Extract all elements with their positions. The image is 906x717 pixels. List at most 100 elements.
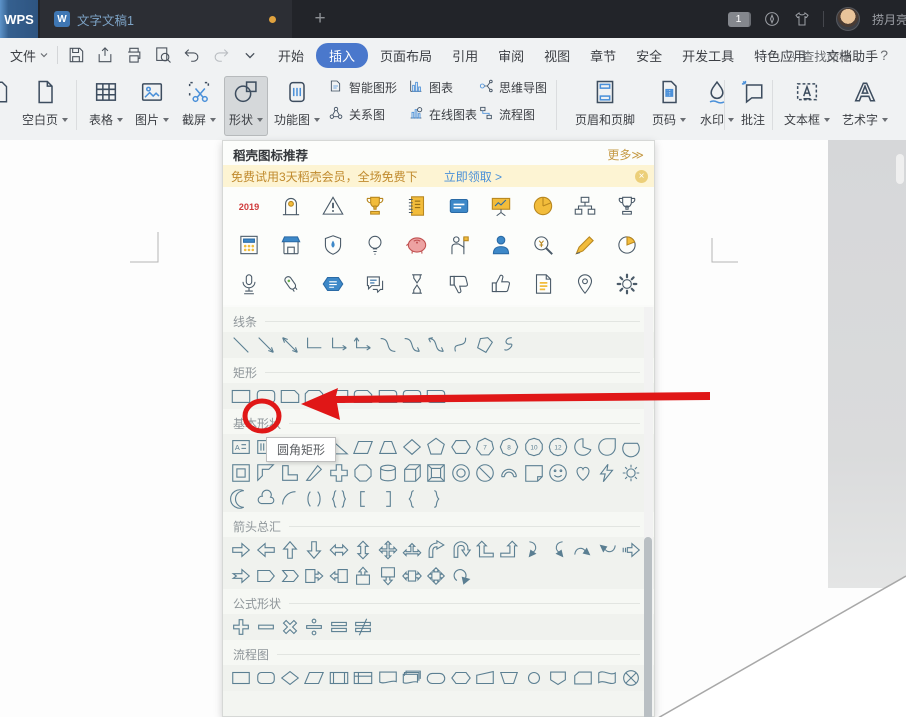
shape-octagon-8[interactable]: 8 [497, 435, 521, 459]
comment-button[interactable]: 批注 [732, 76, 774, 136]
chart-button[interactable]: 图表 [408, 78, 477, 97]
shape-data[interactable] [302, 666, 326, 690]
docer-icon-chat-bubbles[interactable] [362, 271, 388, 297]
table-button[interactable]: 表格 [84, 76, 128, 136]
page-number-button[interactable]: 页码 [646, 76, 692, 136]
docer-icon-pencil[interactable] [572, 232, 598, 258]
ribbon-tab-安全[interactable]: 安全 [628, 43, 670, 68]
wps-home-tab[interactable]: WPS [0, 0, 38, 38]
docer-icon-hexagon-list[interactable] [320, 271, 346, 297]
shape-round-same-corner[interactable] [400, 384, 424, 408]
shape-manual-operation[interactable] [497, 666, 521, 690]
mindmap-button[interactable]: 思维导图 [478, 78, 547, 97]
shape-lightning[interactable] [595, 461, 619, 485]
shape-diamond[interactable] [400, 435, 424, 459]
redo-icon[interactable] [211, 45, 231, 65]
shape-minus[interactable] [253, 615, 277, 639]
shape-bent-up-arrow[interactable] [497, 538, 521, 562]
shape-left-right-arrow[interactable] [327, 538, 351, 562]
relation-diagram-button[interactable]: 关系图 [328, 105, 397, 124]
shape-parallelogram[interactable] [351, 435, 375, 459]
docer-icon-browser-window[interactable] [446, 193, 472, 219]
shape-octagon-star[interactable] [351, 461, 375, 485]
docer-icon-notebook[interactable] [404, 193, 430, 219]
file-menu-button[interactable]: 文件 [10, 46, 49, 65]
claim-now-link[interactable]: 立即领取 > [444, 168, 502, 185]
shape-curve-s[interactable] [449, 333, 473, 357]
shape-cloud[interactable] [253, 487, 277, 511]
screenshot-button[interactable]: 截屏 [176, 76, 222, 136]
docer-vip-icon[interactable] [763, 10, 781, 28]
shape-right-brace[interactable] [424, 487, 448, 511]
shape-round-diag-corner[interactable] [424, 384, 448, 408]
shape-divide[interactable] [302, 615, 326, 639]
shape-plus[interactable] [229, 615, 253, 639]
docer-icon-microphone[interactable] [236, 271, 262, 297]
shape-left-bracket[interactable] [351, 487, 375, 511]
online-chart-button[interactable]: 在线图表 [408, 105, 477, 124]
shape-elbow[interactable] [302, 333, 326, 357]
docer-icon-medal[interactable] [278, 193, 304, 219]
docer-icon-trophy-outline[interactable] [614, 193, 640, 219]
shape-can[interactable] [375, 461, 399, 485]
shape-line[interactable] [229, 333, 253, 357]
shape-right-arrow-callout[interactable] [302, 564, 326, 588]
shape-text-box[interactable]: A [229, 435, 253, 459]
docer-icon-document-lines[interactable] [530, 271, 556, 297]
ribbon-tab-审阅[interactable]: 审阅 [490, 43, 532, 68]
export-icon[interactable] [95, 45, 115, 65]
shape-off-page-connector[interactable] [546, 666, 570, 690]
shape-hexagon[interactable] [449, 435, 473, 459]
shape-left-arrow[interactable] [253, 538, 277, 562]
help-button[interactable]: ? [880, 47, 888, 63]
shape-right-arrow[interactable] [229, 538, 253, 562]
ribbon-tab-章节[interactable]: 章节 [582, 43, 624, 68]
docer-icon-person[interactable] [488, 232, 514, 258]
ribbon-tab-引用[interactable]: 引用 [444, 43, 486, 68]
shape-left-arrow-callout[interactable] [327, 564, 351, 588]
blank-page-button[interactable]: 空白页 [18, 76, 72, 136]
shape-sun[interactable] [619, 461, 643, 485]
shape-left-right-up-arrow[interactable] [400, 538, 424, 562]
shape-card[interactable] [570, 666, 594, 690]
cover-page-button-clipped[interactable] [0, 76, 14, 136]
shape-pie[interactable] [570, 435, 594, 459]
undo-icon[interactable] [182, 45, 202, 65]
docer-icon-shield[interactable] [320, 232, 346, 258]
shape-down-arrow-callout[interactable] [375, 564, 399, 588]
docer-icon-pie-chart[interactable] [530, 193, 556, 219]
user-avatar[interactable] [836, 7, 860, 31]
shape-donut[interactable] [449, 461, 473, 485]
docer-icon-warning[interactable] [320, 193, 346, 219]
shape-curved-right-arrow[interactable] [522, 538, 546, 562]
print-preview-icon[interactable] [153, 45, 173, 65]
shape-teardrop[interactable] [595, 435, 619, 459]
shape-cross[interactable] [327, 461, 351, 485]
docer-icon-lightbulb[interactable] [362, 232, 388, 258]
shape-up-down-arrow[interactable] [351, 538, 375, 562]
shape-round-rect[interactable] [253, 384, 277, 408]
docer-icon-thumbs-down[interactable] [446, 271, 472, 297]
shape-quad-arrow-callout[interactable] [424, 564, 448, 588]
shape-smiley[interactable] [546, 461, 570, 485]
shape-moon[interactable] [229, 487, 253, 511]
shape-curved-left-arrow[interactable] [546, 538, 570, 562]
shape-diagonal-stripe[interactable] [302, 461, 326, 485]
skin-icon[interactable] [793, 10, 811, 28]
shape-heart[interactable] [570, 461, 594, 485]
ribbon-tab-开始[interactable]: 开始 [270, 43, 312, 68]
shape-elbow-arrow[interactable] [327, 333, 351, 357]
close-banner-icon[interactable]: × [635, 169, 648, 183]
shape-curve[interactable] [375, 333, 399, 357]
ribbon-tab-插入[interactable]: 插入 [316, 42, 369, 68]
shape-down-arrow[interactable] [302, 538, 326, 562]
func-diagram-button[interactable]: 功能图 [270, 76, 324, 136]
shape-alternate-process[interactable] [253, 666, 277, 690]
find-command[interactable]: 查找命令... [785, 46, 862, 65]
docer-icon-usb-drive[interactable] [278, 271, 304, 297]
shape-double-bracket[interactable] [302, 487, 326, 511]
shape-scribble[interactable] [497, 333, 521, 357]
shapes-button[interactable]: 形状 [224, 76, 268, 136]
shape-circular-arrow[interactable] [449, 564, 473, 588]
ribbon-tab-视图[interactable]: 视图 [536, 43, 578, 68]
